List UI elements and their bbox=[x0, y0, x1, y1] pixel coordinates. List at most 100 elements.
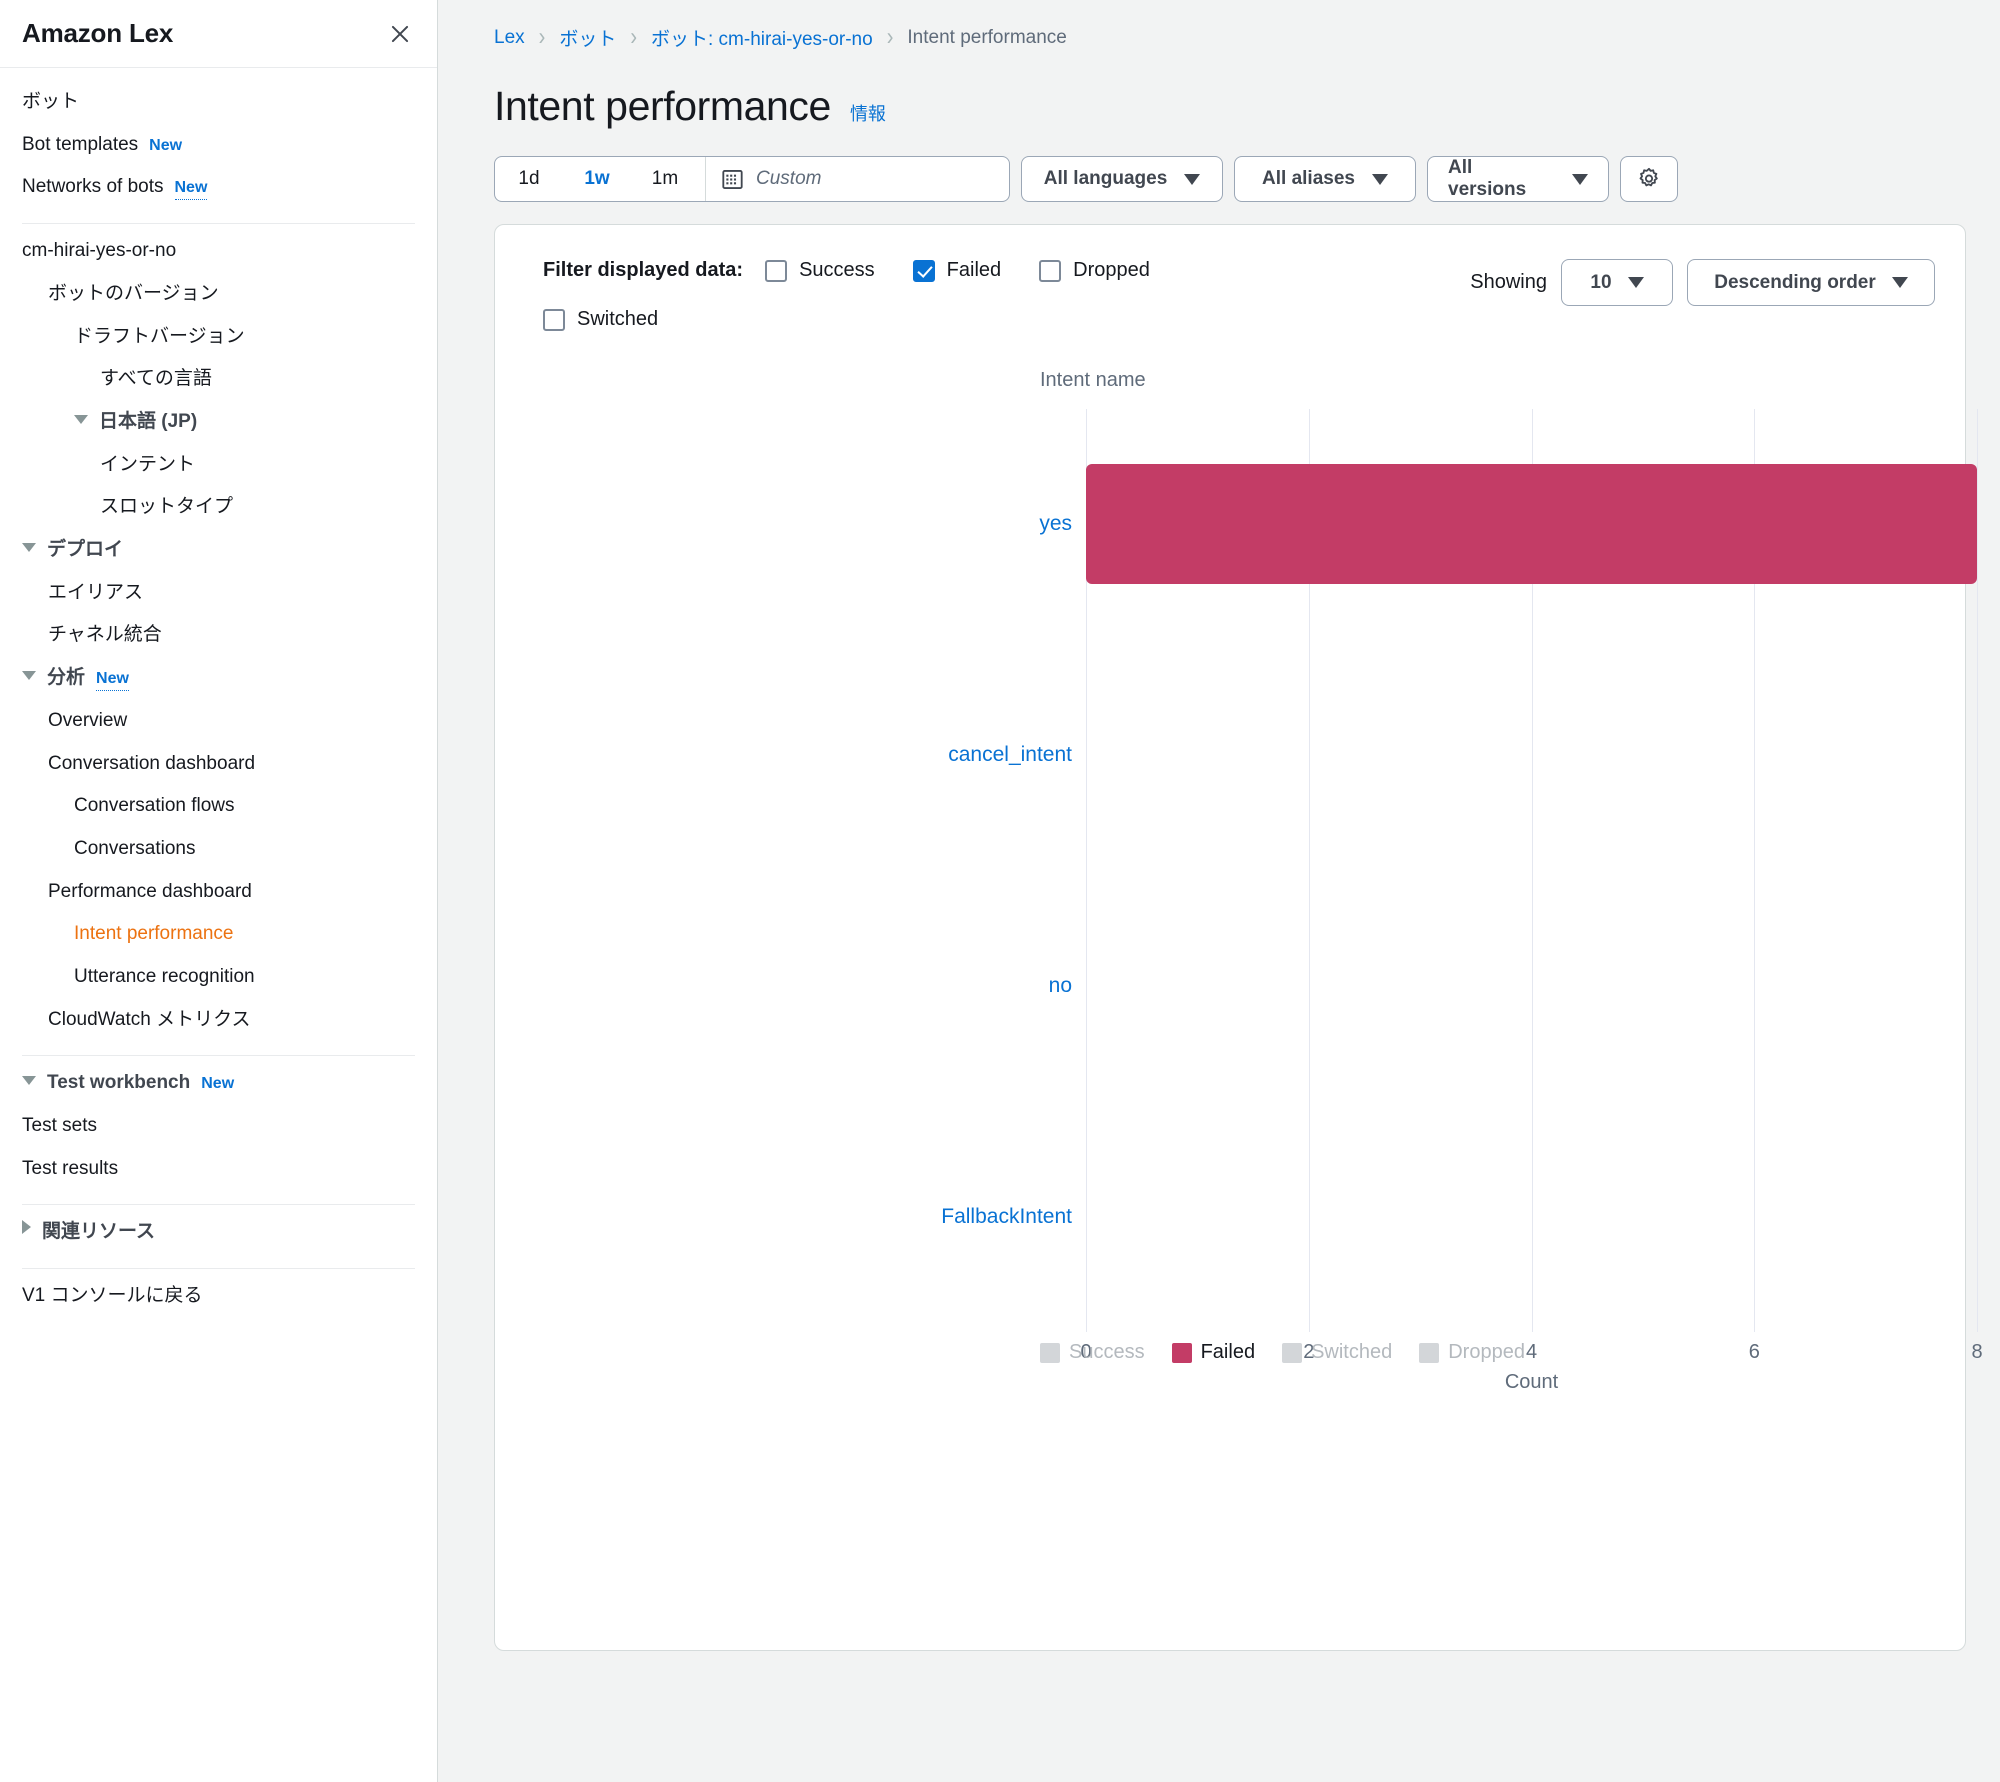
breadcrumb-item-2[interactable]: ボット: cm-hirai-yes-or-no bbox=[651, 24, 873, 51]
sidebar-item-label: チャネル統合 bbox=[48, 624, 162, 646]
sidebar-item-networks-of-bots[interactable]: Networks of bots New bbox=[22, 166, 415, 209]
sidebar-item-label: V1 コンソールに戻る bbox=[22, 1285, 203, 1307]
y-axis-label[interactable]: FallbackIntent bbox=[941, 1205, 1072, 1229]
sidebar-item-cloudwatch[interactable]: CloudWatch メトリクス bbox=[22, 999, 415, 1042]
y-axis-label[interactable]: no bbox=[1049, 974, 1072, 998]
legend-label: Success bbox=[1069, 1341, 1145, 1363]
sidebar-item-label: Conversation dashboard bbox=[48, 752, 256, 774]
chevron-down-icon[interactable] bbox=[74, 414, 88, 424]
x-axis-tick: 6 bbox=[1748, 1341, 1760, 1363]
time-range-group: 1d 1w 1m Custom bbox=[494, 156, 1010, 202]
legend-swatch bbox=[1040, 1342, 1060, 1363]
range-1w[interactable]: 1w bbox=[563, 157, 631, 201]
chevron-down-icon bbox=[1627, 277, 1644, 288]
filter-dropped-label: Dropped bbox=[1073, 259, 1150, 281]
filter-failed[interactable]: Failed bbox=[912, 259, 1002, 282]
bar-chart: Intent name 0 2 4 6 8 yes cancel_intent no Fallb… bbox=[495, 365, 1982, 1650]
legend-swatch bbox=[1419, 1342, 1440, 1363]
legend-item-switched[interactable]: Switched bbox=[1282, 1341, 1392, 1364]
sidebar-item-item-14[interactable]: 分析 New bbox=[22, 657, 415, 700]
sidebar-item-overview[interactable]: Overview bbox=[22, 700, 415, 743]
chevron-down-icon[interactable] bbox=[22, 671, 36, 681]
filter-failed-label: Failed bbox=[946, 259, 1002, 281]
all-languages-dropdown[interactable]: All languages bbox=[1021, 156, 1223, 202]
legend-item-dropped[interactable]: Dropped bbox=[1419, 1341, 1525, 1364]
filter-success[interactable]: Success bbox=[765, 259, 875, 282]
sidebar-item-item-9[interactable]: インテント bbox=[22, 444, 415, 487]
chevron-down-icon[interactable] bbox=[22, 1076, 36, 1086]
bar-yes-failed[interactable] bbox=[1086, 464, 1977, 585]
sidebar-item-test-results[interactable]: Test results bbox=[22, 1148, 415, 1191]
sidebar-item-intent-performance[interactable]: Intent performance bbox=[22, 913, 415, 956]
filter-switched[interactable]: Switched bbox=[543, 308, 658, 331]
all-versions-dropdown[interactable]: All versions bbox=[1427, 156, 1609, 202]
sidebar-item-test-sets[interactable]: Test sets bbox=[22, 1105, 415, 1148]
sidebar-item-bot-templates[interactable]: Bot templates New bbox=[22, 124, 415, 167]
range-1d[interactable]: 1d bbox=[495, 157, 563, 201]
sidebar-item-item-7[interactable]: すべての言語 bbox=[22, 358, 415, 401]
sidebar-item-label: Bot templates bbox=[22, 133, 139, 155]
sidebar-item-label: 関連リソース bbox=[42, 1221, 156, 1243]
checkbox-switched[interactable] bbox=[543, 308, 565, 331]
sidebar-item-item-28[interactable]: 関連リソース bbox=[22, 1211, 415, 1254]
sidebar-item-test-workbench[interactable]: Test workbench New bbox=[22, 1062, 415, 1105]
sidebar-item-item-0[interactable]: ボット bbox=[22, 68, 415, 124]
legend-item-success[interactable]: Success bbox=[1040, 1341, 1145, 1364]
sidebar-item-item-12[interactable]: エイリアス bbox=[22, 572, 415, 615]
info-link[interactable]: 情報 bbox=[850, 100, 886, 126]
chevron-right-icon[interactable] bbox=[22, 1220, 31, 1235]
x-axis-tick: 8 bbox=[1971, 1341, 1983, 1363]
all-aliases-dropdown[interactable]: All aliases bbox=[1234, 156, 1416, 202]
toolbar: 1d 1w 1m Custom All languages All aliase… bbox=[494, 156, 1966, 202]
sidebar-item-utterance-recognition[interactable]: Utterance recognition bbox=[22, 956, 415, 999]
filter-dropped[interactable]: Dropped bbox=[1039, 259, 1150, 282]
sidebar-item-conversations[interactable]: Conversations bbox=[22, 828, 415, 871]
sidebar-item-conversation-flows[interactable]: Conversation flows bbox=[22, 785, 415, 828]
sidebar-item-cm-hirai-yes-or-no[interactable]: cm-hirai-yes-or-no bbox=[22, 230, 415, 273]
legend-item-failed[interactable]: Failed bbox=[1171, 1341, 1255, 1364]
app-root: Amazon Lex ボット Bot templates New Networks o… bbox=[0, 0, 2000, 1782]
breadcrumb-separator-icon: › bbox=[630, 23, 637, 51]
sidebar-item-v1[interactable]: V1 コンソールに戻る bbox=[22, 1275, 415, 1318]
showing-count-dropdown[interactable]: 10 bbox=[1561, 259, 1673, 306]
sidebar-item-jp[interactable]: 日本語 (JP) bbox=[22, 401, 415, 444]
sidebar-item-conversation-dashboard[interactable]: Conversation dashboard bbox=[22, 743, 415, 786]
sidebar-item-item-13[interactable]: チャネル統合 bbox=[22, 614, 415, 657]
showing-controls: Showing 10 Descending order bbox=[1470, 259, 1935, 306]
y-axis-label[interactable]: yes bbox=[1039, 512, 1072, 536]
breadcrumb-item-3: Intent performance bbox=[907, 26, 1067, 48]
sidebar-item-label: スロットタイプ bbox=[100, 496, 234, 518]
sidebar-item-performance-dashboard[interactable]: Performance dashboard bbox=[22, 871, 415, 914]
sidebar-item-label: Test sets bbox=[22, 1115, 97, 1137]
sidebar-item-item-10[interactable]: スロットタイプ bbox=[22, 486, 415, 529]
breadcrumb-item-0[interactable]: Lex bbox=[494, 27, 525, 49]
chevron-down-icon[interactable] bbox=[22, 542, 36, 552]
sidebar-divider bbox=[22, 223, 415, 225]
checkbox-dropped[interactable] bbox=[1039, 259, 1062, 282]
breadcrumb-separator-icon: › bbox=[886, 23, 894, 51]
sort-order-dropdown[interactable]: Descending order bbox=[1687, 259, 1935, 306]
showing-count-value: 10 bbox=[1590, 271, 1612, 293]
new-badge: New bbox=[201, 1075, 235, 1093]
custom-date-input[interactable]: Custom bbox=[708, 157, 1009, 201]
breadcrumb: Lex › ボット › ボット: cm-hirai-yes-or-no › Intent p… bbox=[494, 0, 1966, 51]
checkbox-failed[interactable] bbox=[912, 259, 935, 282]
sidebar-item-label: エイリアス bbox=[48, 581, 144, 603]
sidebar: Amazon Lex ボット Bot templates New Networks o… bbox=[0, 0, 438, 1782]
sidebar-item-item-11[interactable]: デプロイ bbox=[22, 529, 415, 572]
range-1m[interactable]: 1m bbox=[631, 157, 699, 201]
checkbox-success[interactable] bbox=[765, 259, 788, 282]
chevron-down-icon bbox=[1184, 173, 1201, 185]
y-axis-label[interactable]: cancel_intent bbox=[948, 743, 1072, 767]
sidebar-item-label: インテント bbox=[100, 453, 196, 475]
sidebar-divider bbox=[22, 1268, 415, 1270]
settings-button[interactable] bbox=[1620, 156, 1678, 202]
sidebar-item-label: デプロイ bbox=[47, 538, 124, 560]
chevron-down-icon bbox=[1371, 173, 1388, 185]
new-badge: New bbox=[149, 136, 183, 154]
breadcrumb-item-1[interactable]: ボット bbox=[559, 24, 616, 51]
sidebar-item-item-5[interactable]: ボットのバージョン bbox=[22, 273, 415, 316]
close-icon[interactable] bbox=[385, 19, 415, 49]
sidebar-item-item-6[interactable]: ドラフトバージョン bbox=[22, 316, 415, 359]
sidebar-nav: ボット Bot templates New Networks of bots New cm… bbox=[0, 68, 437, 1318]
